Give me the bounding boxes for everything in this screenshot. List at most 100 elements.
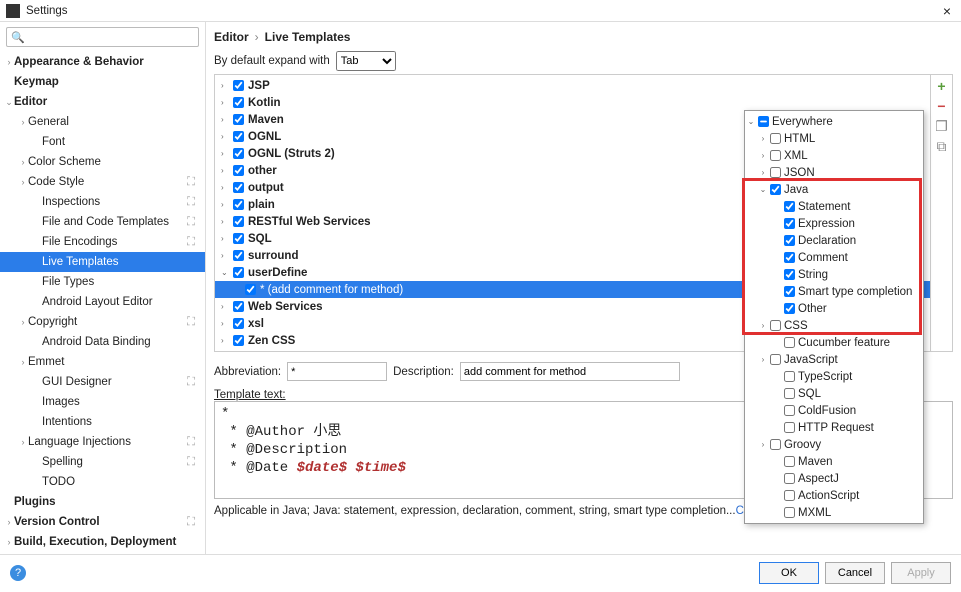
context-checkbox[interactable] bbox=[784, 507, 795, 518]
template-checkbox[interactable] bbox=[233, 216, 244, 227]
sidebar-item[interactable]: TODO bbox=[0, 472, 205, 492]
expand-select[interactable]: Tab bbox=[336, 51, 396, 71]
context-item[interactable]: Cucumber feature bbox=[745, 334, 923, 351]
context-item[interactable]: ›CSS bbox=[745, 317, 923, 334]
context-item[interactable]: String bbox=[745, 266, 923, 283]
context-checkbox[interactable] bbox=[784, 490, 795, 501]
context-checkbox[interactable] bbox=[770, 439, 781, 450]
sidebar-item[interactable]: Android Layout Editor bbox=[0, 292, 205, 312]
context-item[interactable]: HTTP Request bbox=[745, 419, 923, 436]
sidebar-item[interactable]: Images bbox=[0, 392, 205, 412]
context-checkbox[interactable] bbox=[784, 303, 795, 314]
context-item[interactable]: Maven bbox=[745, 453, 923, 470]
context-checkbox[interactable] bbox=[770, 184, 781, 195]
template-checkbox[interactable] bbox=[233, 233, 244, 244]
sidebar-item[interactable]: ›Code Style⛶ bbox=[0, 172, 205, 192]
add-icon[interactable]: + bbox=[935, 79, 949, 93]
template-checkbox[interactable] bbox=[233, 335, 244, 346]
context-checkbox[interactable] bbox=[784, 473, 795, 484]
duplicate-icon[interactable]: ⧉ bbox=[935, 139, 949, 153]
sidebar-item[interactable]: ›Appearance & Behavior bbox=[0, 52, 205, 72]
sidebar-item[interactable]: Spelling⛶ bbox=[0, 452, 205, 472]
sidebar-item[interactable]: File Types bbox=[0, 272, 205, 292]
template-checkbox[interactable] bbox=[233, 80, 244, 91]
template-checkbox[interactable] bbox=[233, 131, 244, 142]
context-checkbox[interactable] bbox=[770, 320, 781, 331]
template-checkbox[interactable] bbox=[233, 182, 244, 193]
template-checkbox[interactable] bbox=[233, 165, 244, 176]
context-item[interactable]: Smart type completion bbox=[745, 283, 923, 300]
remove-icon[interactable]: − bbox=[935, 99, 949, 113]
template-checkbox[interactable] bbox=[233, 267, 244, 278]
context-item[interactable]: ›JavaScript bbox=[745, 351, 923, 368]
context-item[interactable]: ›HTML bbox=[745, 130, 923, 147]
sidebar-item[interactable]: ›Emmet bbox=[0, 352, 205, 372]
context-item[interactable]: SQL bbox=[745, 385, 923, 402]
context-checkbox[interactable] bbox=[784, 201, 795, 212]
template-checkbox[interactable] bbox=[233, 318, 244, 329]
sidebar-item[interactable]: Live Templates bbox=[0, 252, 205, 272]
context-item[interactable]: ›JSON bbox=[745, 164, 923, 181]
context-checkbox[interactable] bbox=[784, 269, 795, 280]
context-item[interactable]: Statement bbox=[745, 198, 923, 215]
search-input[interactable] bbox=[27, 31, 194, 43]
context-item[interactable]: Expression bbox=[745, 215, 923, 232]
context-checkbox[interactable] bbox=[784, 371, 795, 382]
apply-button[interactable]: Apply bbox=[891, 562, 951, 584]
context-item[interactable]: Declaration bbox=[745, 232, 923, 249]
sidebar-item[interactable]: ›Color Scheme bbox=[0, 152, 205, 172]
context-item[interactable]: Other bbox=[745, 300, 923, 317]
abbreviation-input[interactable] bbox=[287, 362, 387, 381]
context-checkbox[interactable] bbox=[770, 150, 781, 161]
sidebar-item[interactable]: Inspections⛶ bbox=[0, 192, 205, 212]
sidebar-item[interactable]: File and Code Templates⛶ bbox=[0, 212, 205, 232]
sidebar-item[interactable]: Plugins bbox=[0, 492, 205, 512]
template-group[interactable]: ›JSP bbox=[215, 77, 930, 94]
context-popup[interactable]: ⌄Everywhere›HTML›XML›JSON⌄JavaStatementE… bbox=[744, 110, 924, 524]
sidebar-item[interactable]: ›Version Control⛶ bbox=[0, 512, 205, 532]
context-checkbox[interactable] bbox=[784, 337, 795, 348]
context-checkbox[interactable] bbox=[784, 422, 795, 433]
sidebar-item[interactable]: ⌄Editor bbox=[0, 92, 205, 112]
context-item[interactable]: ⌄Java bbox=[745, 181, 923, 198]
context-item[interactable]: TypeScript bbox=[745, 368, 923, 385]
template-checkbox[interactable] bbox=[233, 114, 244, 125]
context-item[interactable]: MXML bbox=[745, 504, 923, 521]
context-item[interactable]: Comment bbox=[745, 249, 923, 266]
context-checkbox[interactable] bbox=[784, 456, 795, 467]
template-checkbox[interactable] bbox=[233, 148, 244, 159]
context-checkbox[interactable] bbox=[770, 167, 781, 178]
breadcrumb-root[interactable]: Editor bbox=[214, 30, 249, 44]
context-item[interactable]: ColdFusion bbox=[745, 402, 923, 419]
template-checkbox[interactable] bbox=[233, 199, 244, 210]
sidebar-item[interactable]: ›Language Injections⛶ bbox=[0, 432, 205, 452]
sidebar-item[interactable]: GUI Designer⛶ bbox=[0, 372, 205, 392]
context-checkbox[interactable] bbox=[784, 286, 795, 297]
context-item[interactable]: ActionScript bbox=[745, 487, 923, 504]
context-checkbox[interactable] bbox=[784, 218, 795, 229]
sidebar-item[interactable]: ›Copyright⛶ bbox=[0, 312, 205, 332]
template-checkbox[interactable] bbox=[233, 250, 244, 261]
context-checkbox[interactable] bbox=[784, 235, 795, 246]
sidebar-item[interactable]: ›Build, Execution, Deployment bbox=[0, 532, 205, 552]
sidebar-item[interactable]: File Encodings⛶ bbox=[0, 232, 205, 252]
close-icon[interactable]: × bbox=[939, 3, 955, 19]
sidebar-item[interactable]: Intentions bbox=[0, 412, 205, 432]
context-item[interactable]: ›XML bbox=[745, 147, 923, 164]
template-group[interactable]: ›Kotlin bbox=[215, 94, 930, 111]
context-checkbox[interactable] bbox=[784, 252, 795, 263]
context-item[interactable]: ⌄Everywhere bbox=[745, 113, 923, 130]
context-item[interactable]: ›Groovy bbox=[745, 436, 923, 453]
context-checkbox[interactable] bbox=[784, 388, 795, 399]
copy-icon[interactable]: ❐ bbox=[935, 119, 949, 133]
template-checkbox[interactable] bbox=[245, 284, 256, 295]
sidebar-item[interactable]: Font bbox=[0, 132, 205, 152]
context-checkbox[interactable] bbox=[770, 133, 781, 144]
description-input[interactable] bbox=[460, 362, 680, 381]
context-checkbox[interactable] bbox=[758, 116, 769, 127]
ok-button[interactable]: OK bbox=[759, 562, 819, 584]
context-item[interactable]: AspectJ bbox=[745, 470, 923, 487]
context-checkbox[interactable] bbox=[784, 405, 795, 416]
sidebar-item[interactable]: Keymap bbox=[0, 72, 205, 92]
context-checkbox[interactable] bbox=[770, 354, 781, 365]
